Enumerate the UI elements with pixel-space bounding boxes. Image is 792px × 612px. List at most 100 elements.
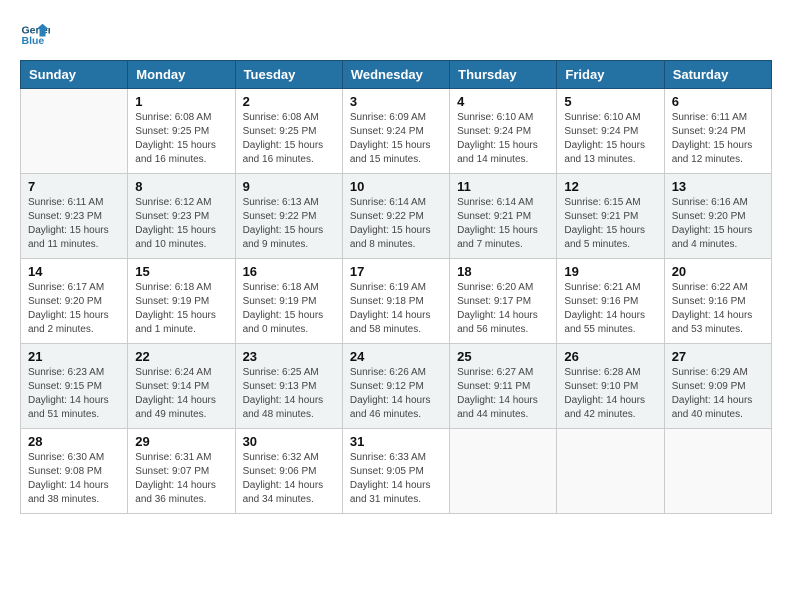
day-info: Sunrise: 6:16 AM Sunset: 9:20 PM Dayligh… [672, 196, 764, 252]
day-info: Sunrise: 6:08 AM Sunset: 9:25 PM Dayligh… [135, 111, 227, 167]
day-number: 22 [135, 349, 227, 364]
day-info: Sunrise: 6:19 AM Sunset: 9:18 PM Dayligh… [350, 281, 442, 337]
calendar-cell: 1 Sunrise: 6:08 AM Sunset: 9:25 PM Daylig… [128, 89, 235, 174]
calendar-cell: 25Sunrise: 6:27 AM Sunset: 9:11 PM Dayli… [450, 344, 557, 429]
day-info: Sunrise: 6:22 AM Sunset: 9:16 PM Dayligh… [672, 281, 764, 337]
calendar-cell: 2Sunrise: 6:08 AM Sunset: 9:25 PM Daylig… [235, 89, 342, 174]
day-info: Sunrise: 6:20 AM Sunset: 9:17 PM Dayligh… [457, 281, 549, 337]
calendar-week-2: 7 Sunrise: 6:11 AM Sunset: 9:23 PM Daylig… [21, 174, 772, 259]
day-number: 7 [28, 179, 120, 194]
day-info: Sunrise: 6:18 AM Sunset: 9:19 PM Dayligh… [243, 281, 335, 337]
day-header-wednesday: Wednesday [342, 61, 449, 89]
day-number: 26 [564, 349, 656, 364]
calendar-cell [664, 429, 771, 514]
day-info: Sunrise: 6:10 AM Sunset: 9:24 PM Dayligh… [564, 111, 656, 167]
day-info: Sunrise: 6:21 AM Sunset: 9:16 PM Dayligh… [564, 281, 656, 337]
day-info: Sunrise: 6:11 AM Sunset: 9:24 PM Dayligh… [672, 111, 764, 167]
day-header-friday: Friday [557, 61, 664, 89]
day-info: Sunrise: 6:26 AM Sunset: 9:12 PM Dayligh… [350, 366, 442, 422]
calendar-cell: 12 Sunrise: 6:15 AM Sunset: 9:21 PM Dayli… [557, 174, 664, 259]
calendar-week-4: 21 Sunrise: 6:23 AM Sunset: 9:15 PM Dayli… [21, 344, 772, 429]
calendar-cell: 3 Sunrise: 6:09 AM Sunset: 9:24 PM Daylig… [342, 89, 449, 174]
calendar-table: SundayMondayTuesdayWednesdayThursdayFrid… [20, 60, 772, 514]
day-number: 20 [672, 264, 764, 279]
day-number: 5 [564, 94, 656, 109]
day-number: 12 [564, 179, 656, 194]
day-info: Sunrise: 6:14 AM Sunset: 9:21 PM Dayligh… [457, 196, 549, 252]
calendar-cell: 22 Sunrise: 6:24 AM Sunset: 9:14 PM Dayli… [128, 344, 235, 429]
calendar-cell: 23 Sunrise: 6:25 AM Sunset: 9:13 PM Dayli… [235, 344, 342, 429]
calendar-cell: 28Sunrise: 6:30 AM Sunset: 9:08 PM Dayli… [21, 429, 128, 514]
day-number: 9 [243, 179, 335, 194]
day-number: 24 [350, 349, 442, 364]
day-info: Sunrise: 6:18 AM Sunset: 9:19 PM Dayligh… [135, 281, 227, 337]
calendar-cell: 27Sunrise: 6:29 AM Sunset: 9:09 PM Dayli… [664, 344, 771, 429]
calendar-cell: 30 Sunrise: 6:32 AM Sunset: 9:06 PM Dayli… [235, 429, 342, 514]
day-info: Sunrise: 6:23 AM Sunset: 9:15 PM Dayligh… [28, 366, 120, 422]
day-info: Sunrise: 6:31 AM Sunset: 9:07 PM Dayligh… [135, 451, 227, 507]
day-number: 14 [28, 264, 120, 279]
calendar-cell: 17 Sunrise: 6:19 AM Sunset: 9:18 PM Dayli… [342, 259, 449, 344]
calendar-cell: 21 Sunrise: 6:23 AM Sunset: 9:15 PM Dayli… [21, 344, 128, 429]
day-info: Sunrise: 6:09 AM Sunset: 9:24 PM Dayligh… [350, 111, 442, 167]
day-number: 18 [457, 264, 549, 279]
calendar-cell: 31Sunrise: 6:33 AM Sunset: 9:05 PM Dayli… [342, 429, 449, 514]
day-header-tuesday: Tuesday [235, 61, 342, 89]
day-info: Sunrise: 6:10 AM Sunset: 9:24 PM Dayligh… [457, 111, 549, 167]
calendar-cell: 9 Sunrise: 6:13 AM Sunset: 9:22 PM Daylig… [235, 174, 342, 259]
calendar-cell [450, 429, 557, 514]
day-info: Sunrise: 6:24 AM Sunset: 9:14 PM Dayligh… [135, 366, 227, 422]
calendar-cell: 15 Sunrise: 6:18 AM Sunset: 9:19 PM Dayli… [128, 259, 235, 344]
day-info: Sunrise: 6:13 AM Sunset: 9:22 PM Dayligh… [243, 196, 335, 252]
calendar-cell: 14 Sunrise: 6:17 AM Sunset: 9:20 PM Dayli… [21, 259, 128, 344]
day-number: 8 [135, 179, 227, 194]
calendar-header-row: SundayMondayTuesdayWednesdayThursdayFrid… [21, 61, 772, 89]
calendar-cell: 10 Sunrise: 6:14 AM Sunset: 9:22 PM Dayli… [342, 174, 449, 259]
day-number: 30 [243, 434, 335, 449]
calendar-cell: 19Sunrise: 6:21 AM Sunset: 9:16 PM Dayli… [557, 259, 664, 344]
calendar-cell: 5 Sunrise: 6:10 AM Sunset: 9:24 PM Daylig… [557, 89, 664, 174]
calendar-cell: 26 Sunrise: 6:28 AM Sunset: 9:10 PM Dayli… [557, 344, 664, 429]
day-number: 23 [243, 349, 335, 364]
calendar-cell: 16 Sunrise: 6:18 AM Sunset: 9:19 PM Dayli… [235, 259, 342, 344]
day-number: 11 [457, 179, 549, 194]
day-info: Sunrise: 6:30 AM Sunset: 9:08 PM Dayligh… [28, 451, 120, 507]
svg-text:Blue: Blue [22, 35, 45, 47]
day-number: 15 [135, 264, 227, 279]
day-info: Sunrise: 6:11 AM Sunset: 9:23 PM Dayligh… [28, 196, 120, 252]
day-number: 17 [350, 264, 442, 279]
day-number: 27 [672, 349, 764, 364]
day-info: Sunrise: 6:14 AM Sunset: 9:22 PM Dayligh… [350, 196, 442, 252]
day-number: 4 [457, 94, 549, 109]
day-info: Sunrise: 6:33 AM Sunset: 9:05 PM Dayligh… [350, 451, 442, 507]
page-header: General Blue [20, 20, 772, 50]
day-info: Sunrise: 6:17 AM Sunset: 9:20 PM Dayligh… [28, 281, 120, 337]
day-number: 6 [672, 94, 764, 109]
day-header-thursday: Thursday [450, 61, 557, 89]
calendar-cell: 6 Sunrise: 6:11 AM Sunset: 9:24 PM Daylig… [664, 89, 771, 174]
day-number: 10 [350, 179, 442, 194]
day-number: 25 [457, 349, 549, 364]
calendar-cell [557, 429, 664, 514]
calendar-week-3: 14 Sunrise: 6:17 AM Sunset: 9:20 PM Dayli… [21, 259, 772, 344]
day-header-monday: Monday [128, 61, 235, 89]
day-number: 21 [28, 349, 120, 364]
day-info: Sunrise: 6:15 AM Sunset: 9:21 PM Dayligh… [564, 196, 656, 252]
calendar-cell: 8Sunrise: 6:12 AM Sunset: 9:23 PM Daylig… [128, 174, 235, 259]
calendar-cell: 4 Sunrise: 6:10 AM Sunset: 9:24 PM Daylig… [450, 89, 557, 174]
calendar-cell: 13Sunrise: 6:16 AM Sunset: 9:20 PM Dayli… [664, 174, 771, 259]
calendar-week-5: 28Sunrise: 6:30 AM Sunset: 9:08 PM Dayli… [21, 429, 772, 514]
calendar-cell: 24 Sunrise: 6:26 AM Sunset: 9:12 PM Dayli… [342, 344, 449, 429]
day-number: 29 [135, 434, 227, 449]
day-header-saturday: Saturday [664, 61, 771, 89]
calendar-cell: 20 Sunrise: 6:22 AM Sunset: 9:16 PM Dayli… [664, 259, 771, 344]
day-info: Sunrise: 6:32 AM Sunset: 9:06 PM Dayligh… [243, 451, 335, 507]
calendar-cell: 7 Sunrise: 6:11 AM Sunset: 9:23 PM Daylig… [21, 174, 128, 259]
day-info: Sunrise: 6:25 AM Sunset: 9:13 PM Dayligh… [243, 366, 335, 422]
day-info: Sunrise: 6:08 AM Sunset: 9:25 PM Dayligh… [243, 111, 335, 167]
day-info: Sunrise: 6:28 AM Sunset: 9:10 PM Dayligh… [564, 366, 656, 422]
day-number: 3 [350, 94, 442, 109]
day-number: 16 [243, 264, 335, 279]
calendar-cell [21, 89, 128, 174]
day-number: 1 [135, 94, 227, 109]
